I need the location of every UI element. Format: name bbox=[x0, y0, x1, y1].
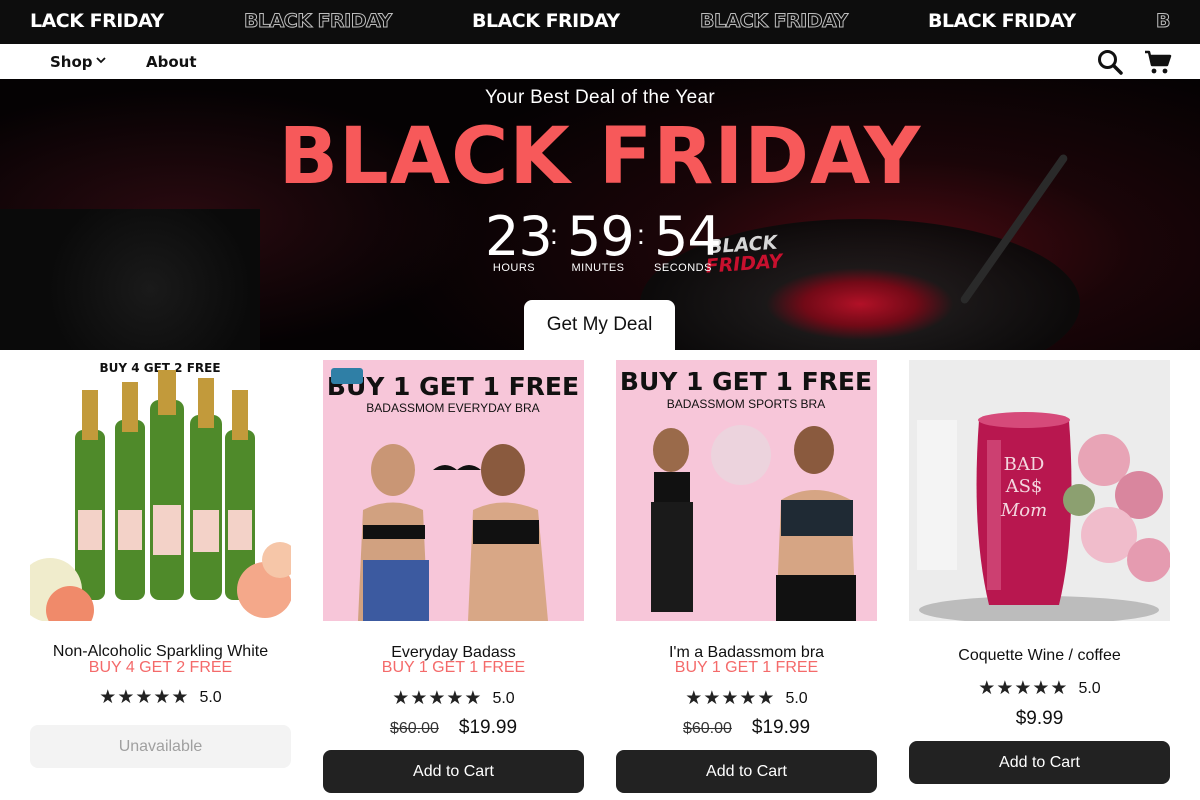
add-to-cart-button[interactable]: Add to Cart bbox=[323, 750, 584, 793]
image-caption: AS$ bbox=[1005, 476, 1043, 497]
sports-bra-image: BUY 1 GET 1 FREE BADASSMOM SPORTS BRA bbox=[616, 360, 877, 621]
star-rating-icon: ★★★★★ bbox=[99, 687, 190, 708]
image-caption: BUY 1 GET 1 FREE bbox=[327, 372, 579, 401]
add-to-cart-button[interactable]: Add to Cart bbox=[616, 750, 877, 793]
countdown-hours: 23 bbox=[485, 205, 553, 268]
marquee-item: LACK FRIDAY bbox=[30, 10, 164, 32]
marquee-item: B bbox=[1156, 10, 1171, 33]
product-price: $9.99 bbox=[909, 708, 1170, 730]
product-promo: BUY 1 GET 1 FREE bbox=[674, 659, 819, 676]
hero-title: BLACK FRIDAY bbox=[278, 112, 922, 202]
product-image[interactable]: BAD AS$ Mom bbox=[909, 360, 1170, 621]
wine-tumbler-image: BAD AS$ Mom bbox=[909, 360, 1170, 621]
announcement-marquee: LACK FRIDAY BLACK FRIDAY BLACK FRIDAY BL… bbox=[0, 0, 1200, 44]
sale-price: $19.99 bbox=[751, 717, 811, 738]
countdown-minutes-label: MINUTES bbox=[571, 262, 625, 274]
sale-price: $19.99 bbox=[458, 717, 518, 738]
product-image[interactable]: BUY 1 GET 1 FREE BADASSMOM EVERYDAY BRA bbox=[323, 360, 584, 621]
marquee-item: BLACK FRIDAY bbox=[244, 10, 393, 33]
product-title[interactable]: Coquette Wine / coffee bbox=[909, 647, 1170, 665]
star-rating-icon: ★★★★★ bbox=[392, 688, 483, 709]
marquee-item: BLACK FRIDAY bbox=[700, 10, 849, 33]
chevron-down-icon[interactable] bbox=[96, 55, 106, 65]
add-to-cart-button[interactable]: Add to Cart bbox=[909, 741, 1170, 784]
image-caption: BADASSMOM SPORTS BRA bbox=[667, 397, 825, 411]
countdown-hours-label: HOURS bbox=[492, 262, 536, 274]
compare-at-price: $60.00 bbox=[682, 720, 732, 737]
nav-about-link[interactable]: About bbox=[146, 53, 197, 71]
rating-value: 5.0 bbox=[1078, 680, 1101, 697]
sparkling-bottles-image: BUY 4 GET 2 FREE bbox=[30, 360, 291, 621]
get-my-deal-button[interactable]: Get My Deal bbox=[524, 300, 675, 350]
everyday-bra-image: BUY 1 GET 1 FREE BADASSMOM EVERYDAY BRA bbox=[323, 360, 584, 621]
product-rating: ★★★★★ 5.0 bbox=[909, 677, 1170, 700]
rating-value: 5.0 bbox=[199, 689, 222, 706]
product-rating: ★★★★★ 5.0 bbox=[616, 687, 877, 710]
countdown-seconds: 54 bbox=[654, 205, 722, 268]
nav-shop-link[interactable]: Shop bbox=[50, 53, 93, 71]
countdown-separator: : bbox=[637, 219, 645, 250]
star-rating-icon: ★★★★★ bbox=[978, 678, 1069, 699]
badge bbox=[331, 368, 363, 384]
countdown-seconds-label: SECONDS bbox=[654, 262, 712, 274]
image-caption: BAD bbox=[1004, 454, 1045, 475]
product-rating: ★★★★★ 5.0 bbox=[323, 687, 584, 710]
hero-banner: BLACK FRIDAY Your Best Deal of the Year … bbox=[0, 79, 1200, 350]
star-rating-icon: ★★★★★ bbox=[685, 688, 776, 709]
countdown-minutes: 59 bbox=[567, 205, 635, 268]
product-image[interactable]: BUY 1 GET 1 FREE BADASSMOM SPORTS BRA bbox=[616, 360, 877, 621]
product-price: $60.00 $19.99 bbox=[323, 717, 584, 739]
main-nav: Shop About bbox=[0, 44, 1200, 79]
marquee-item: BLACK FRIDAY bbox=[928, 10, 1076, 32]
product-image[interactable]: BUY 4 GET 2 FREE bbox=[30, 360, 291, 621]
countdown-separator: : bbox=[550, 219, 558, 250]
unavailable-button[interactable]: Unavailable bbox=[30, 725, 291, 768]
cart-icon[interactable] bbox=[1144, 50, 1172, 75]
hero-subtitle: Your Best Deal of the Year bbox=[485, 87, 715, 108]
image-caption: BADASSMOM EVERYDAY BRA bbox=[366, 401, 539, 415]
marquee-item: BLACK FRIDAY bbox=[472, 10, 620, 32]
compare-at-price: $60.00 bbox=[389, 720, 439, 737]
search-icon[interactable] bbox=[1097, 49, 1123, 75]
price: $9.99 bbox=[1015, 708, 1064, 729]
image-caption: Mom bbox=[1000, 500, 1047, 521]
product-promo: BUY 4 GET 2 FREE bbox=[88, 659, 233, 676]
product-promo: BUY 1 GET 1 FREE bbox=[381, 659, 526, 676]
product-price: $60.00 $19.99 bbox=[616, 717, 877, 739]
rating-value: 5.0 bbox=[785, 690, 808, 707]
product-rating: ★★★★★ 5.0 bbox=[30, 686, 291, 709]
speaker-image bbox=[0, 209, 260, 350]
rating-value: 5.0 bbox=[492, 690, 515, 707]
image-caption: BUY 1 GET 1 FREE bbox=[620, 367, 872, 396]
